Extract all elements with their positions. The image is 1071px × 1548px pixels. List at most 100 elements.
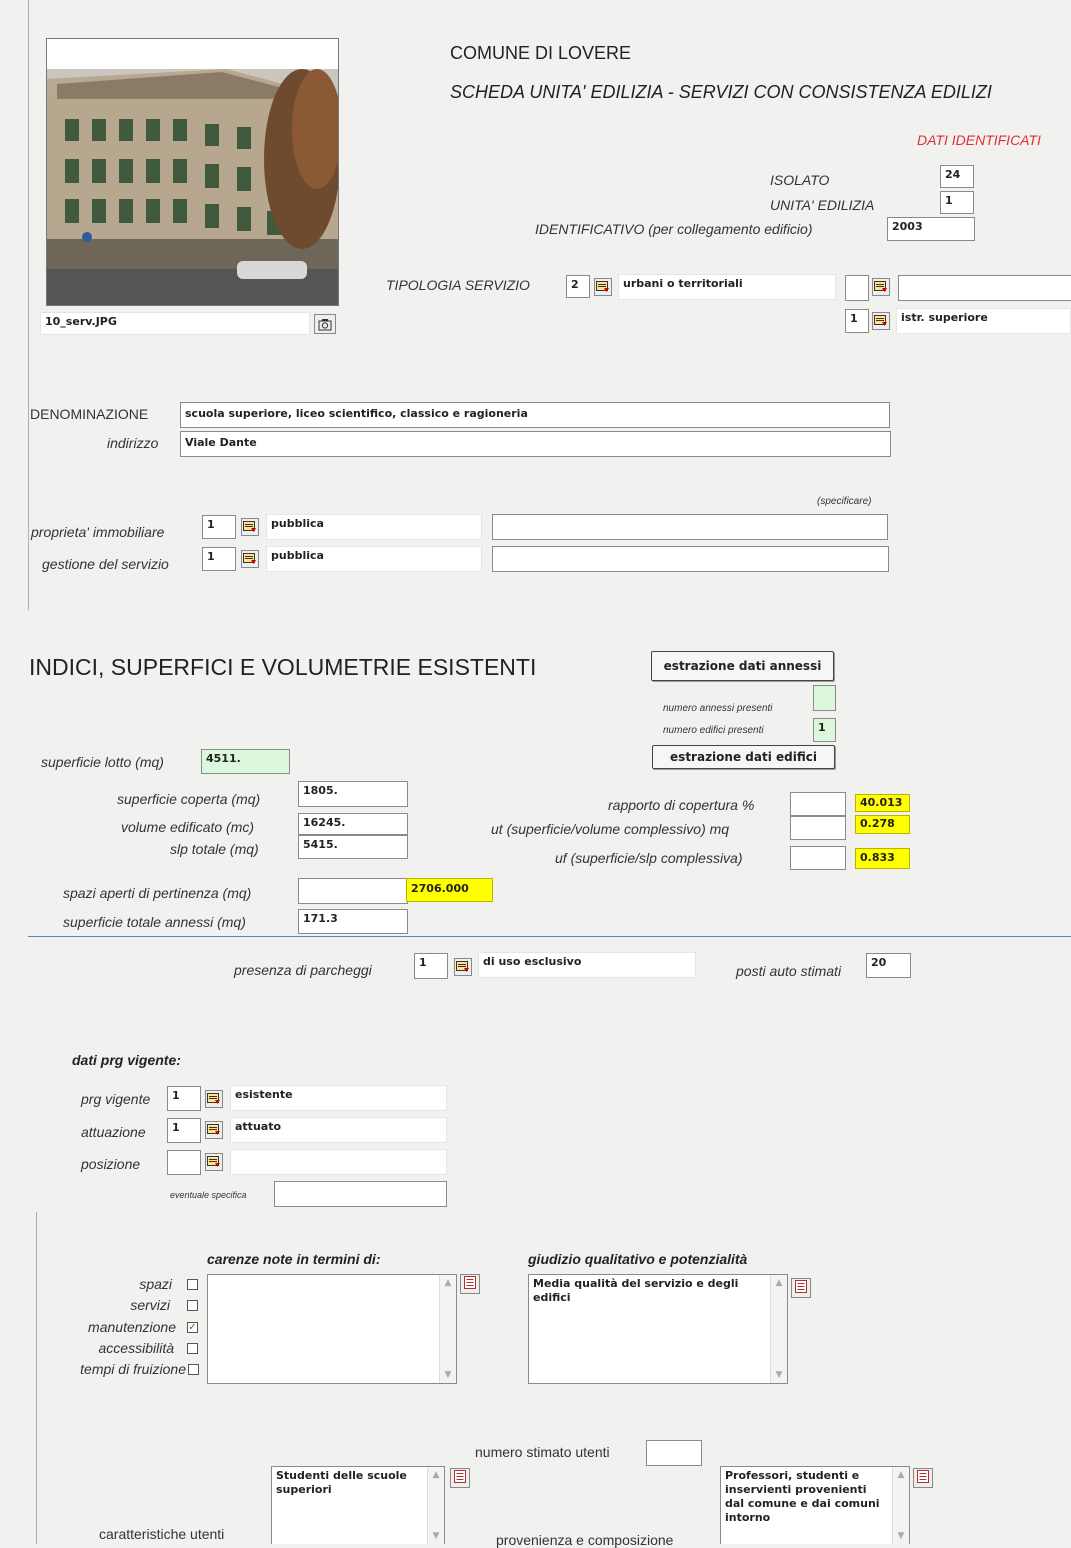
carenza-servizi-checkbox[interactable] xyxy=(187,1300,198,1311)
carenze-scrollbar[interactable]: ▲ ▼ xyxy=(439,1275,456,1383)
proprieta-code-field[interactable]: 1 xyxy=(202,515,236,539)
caratteristiche-scrollbar[interactable]: ▲ ▼ xyxy=(427,1467,444,1544)
photo-filename-field[interactable]: 10_serv.JPG xyxy=(40,312,310,335)
annessi-count-field[interactable] xyxy=(813,685,836,711)
camera-button[interactable] xyxy=(314,314,336,334)
prg-vigente-desc-field[interactable]: esistente xyxy=(230,1085,447,1111)
tipologia-servizio-label: TIPOLOGIA SERVIZIO xyxy=(386,277,530,293)
uf-label: uf (superficie/slp complessiva) xyxy=(555,850,743,866)
lookup-icon xyxy=(874,281,888,293)
note-icon xyxy=(917,1470,929,1486)
tipologia-desc3-field[interactable]: istr. superiore xyxy=(896,308,1071,334)
giudizio-note-button[interactable] xyxy=(791,1278,811,1298)
lookup-icon xyxy=(243,521,257,533)
posizione-lookup-button[interactable] xyxy=(205,1153,223,1171)
lookup-icon xyxy=(456,961,470,973)
proprieta-label: proprieta' immobiliare xyxy=(31,524,165,540)
dati-identificativi-heading: DATI IDENTIFICATI xyxy=(917,132,1041,148)
uf-input[interactable] xyxy=(790,846,846,870)
tipologia-code-field[interactable]: 2 xyxy=(566,275,590,298)
attuazione-code-field[interactable]: 1 xyxy=(167,1118,201,1143)
tipologia2-lookup-button[interactable] xyxy=(872,278,890,296)
gestione-desc-field[interactable]: pubblica xyxy=(266,546,482,572)
spazi-aperti-label: spazi aperti di pertinenza (mq) xyxy=(63,885,252,901)
carenza-accessibilita-checkbox[interactable] xyxy=(187,1343,198,1354)
volume-label: volume edificato (mc) xyxy=(121,819,255,835)
scheda-title: SCHEDA UNITA' EDILIZIA - SERVIZI CON CON… xyxy=(450,82,992,102)
superficie-coperta-field[interactable]: 1805. xyxy=(298,781,408,807)
tipologia-code2-field[interactable] xyxy=(845,275,869,301)
carenza-spazi-checkbox[interactable] xyxy=(187,1279,198,1290)
superficie-coperta-label: superficie coperta (mq) xyxy=(117,791,261,807)
unita-edilizia-field[interactable]: 1 xyxy=(940,191,974,214)
parcheggi-lookup-button[interactable] xyxy=(454,958,472,976)
provenienza-memo[interactable]: Professori, studenti e inservienti prove… xyxy=(720,1466,910,1544)
tipologia-desc2-field[interactable] xyxy=(898,275,1071,301)
isolato-label: ISOLATO xyxy=(770,172,830,188)
tipologia3-lookup-button[interactable] xyxy=(872,312,890,330)
giudizio-scrollbar[interactable]: ▲ ▼ xyxy=(770,1275,787,1383)
tipologia-code3-field[interactable]: 1 xyxy=(845,309,869,333)
gestione-lookup-button[interactable] xyxy=(241,550,259,568)
carenza-tempi-checkbox[interactable] xyxy=(188,1364,199,1375)
posti-auto-field[interactable]: 20 xyxy=(866,953,911,978)
lookup-icon xyxy=(596,281,610,293)
rapporto-input[interactable] xyxy=(790,792,846,816)
proprieta-desc-field[interactable]: pubblica xyxy=(266,514,482,540)
indirizzo-field[interactable]: Viale Dante xyxy=(180,431,891,457)
edifici-count-field[interactable]: 1 xyxy=(813,718,836,742)
prg-vigente-label: prg vigente xyxy=(81,1091,151,1107)
prg-vigente-lookup-button[interactable] xyxy=(205,1090,223,1108)
tipologia-desc-field[interactable]: urbani o territoriali xyxy=(618,274,836,300)
provenienza-note-button[interactable] xyxy=(913,1468,933,1488)
slp-field[interactable]: 5415. xyxy=(298,835,408,859)
carenze-title: carenze note in termini di: xyxy=(207,1251,381,1267)
giudizio-text: Media qualità del servizio e degli edifi… xyxy=(533,1277,739,1304)
giudizio-memo[interactable]: Media qualità del servizio e degli edifi… xyxy=(528,1274,788,1384)
numero-utenti-field[interactable] xyxy=(646,1440,702,1466)
annessi-totale-field[interactable]: 171.3 xyxy=(298,909,408,934)
note-icon xyxy=(795,1280,807,1296)
identificativo-field[interactable]: 2003 xyxy=(887,217,975,241)
estrazione-edifici-button[interactable]: estrazione dati edifici xyxy=(652,745,835,769)
isolato-field[interactable]: 24 xyxy=(940,165,974,188)
rapporto-label: rapporto di copertura % xyxy=(608,797,755,813)
prg-section-title: dati prg vigente: xyxy=(72,1052,181,1068)
ut-value: 0.278 xyxy=(855,815,910,834)
annessi-totale-label: superficie totale annessi (mq) xyxy=(63,914,246,930)
eventuale-specifica-field[interactable] xyxy=(274,1181,447,1207)
proprieta-lookup-button[interactable] xyxy=(241,518,259,536)
ut-label: ut (superficie/volume complessivo) mq xyxy=(491,821,730,837)
volume-field[interactable]: 16245. xyxy=(298,813,408,835)
note-icon xyxy=(454,1470,466,1486)
attuazione-desc-field[interactable]: attuato xyxy=(230,1117,447,1143)
carenze-note-button[interactable] xyxy=(460,1274,480,1294)
eventuale-specifica-label: eventuale specifica xyxy=(170,1190,247,1200)
caratteristiche-note-button[interactable] xyxy=(450,1468,470,1488)
ut-input[interactable] xyxy=(790,816,846,840)
caratteristiche-utenti-text: Studenti delle scuole superiori xyxy=(276,1469,407,1496)
note-icon xyxy=(464,1276,476,1292)
proprieta-spec-field[interactable] xyxy=(492,514,888,540)
tipologia-lookup-button[interactable] xyxy=(594,278,612,296)
gestione-spec-field[interactable] xyxy=(492,546,889,572)
provenienza-scrollbar[interactable]: ▲ ▼ xyxy=(892,1467,909,1544)
superficie-lotto-field[interactable]: 4511. xyxy=(201,749,290,774)
carenza-manutenzione-checkbox[interactable]: ✓ xyxy=(187,1322,198,1333)
attuazione-lookup-button[interactable] xyxy=(205,1121,223,1139)
posizione-label: posizione xyxy=(81,1156,141,1172)
denominazione-field[interactable]: scuola superiore, liceo scientifico, cla… xyxy=(180,402,890,428)
posizione-desc-field[interactable] xyxy=(230,1149,447,1175)
posti-auto-label: posti auto stimati xyxy=(736,963,842,979)
parcheggi-desc-field[interactable]: di uso esclusivo xyxy=(478,952,696,978)
prg-vigente-code-field[interactable]: 1 xyxy=(167,1086,201,1111)
lookup-icon xyxy=(207,1156,221,1168)
posizione-code-field[interactable] xyxy=(167,1150,201,1175)
gestione-code-field[interactable]: 1 xyxy=(202,547,236,571)
spazi-aperti-input[interactable] xyxy=(298,878,408,904)
parcheggi-code-field[interactable]: 1 xyxy=(414,953,448,979)
caratteristiche-utenti-memo[interactable]: Studenti delle scuole superiori ▲ ▼ xyxy=(271,1466,445,1544)
carenze-note-memo[interactable]: ▲ ▼ xyxy=(207,1274,457,1384)
carenza-accessibilita-label: accessibilità xyxy=(98,1340,174,1356)
estrazione-annessi-button[interactable]: estrazione dati annessi xyxy=(651,651,834,681)
